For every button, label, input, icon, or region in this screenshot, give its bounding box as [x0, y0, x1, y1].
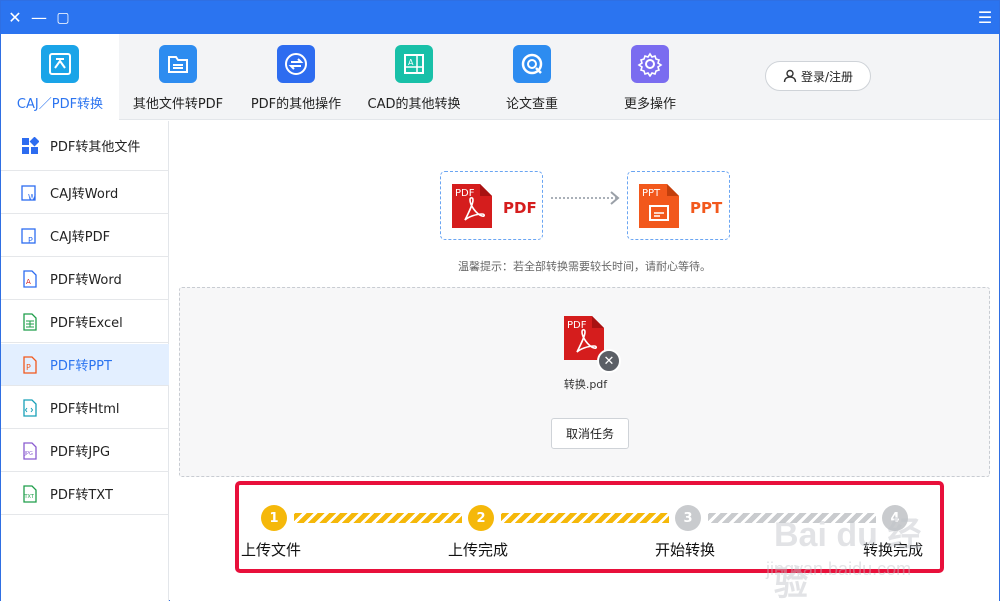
svg-text:W: W — [28, 193, 36, 202]
sidebar-item-pdf-txt[interactable]: TXT PDF转TXT — [1, 473, 169, 515]
tab-pdf-other-ops[interactable]: PDF的其他操作 — [237, 34, 355, 120]
step-4-label: 转换完成 — [863, 541, 924, 559]
sidebar-item-label: CAJ转PDF — [50, 230, 111, 245]
sidebar-item-label: PDF转Word — [50, 273, 122, 288]
login-button[interactable]: 登录/注册 — [765, 61, 871, 91]
sidebar: PDF转其他文件 W CAJ转Word P CAJ转PDF A PDF转Word… — [1, 121, 169, 601]
file-name: 转换.pdf — [563, 378, 608, 391]
svg-text:P: P — [28, 236, 33, 245]
sidebar-item-label: PDF转JPG — [50, 445, 111, 460]
sidebar-item-pdf-to-other[interactable]: PDF转其他文件 — [1, 121, 169, 171]
step-1-label: 上传文件 — [241, 541, 302, 559]
sidebar-item-label: PDF转Html — [50, 402, 120, 417]
caj-pdf-icon: P — [21, 228, 36, 245]
target-format-label: PPT — [690, 199, 723, 217]
login-label: 登录/注册 — [800, 69, 854, 84]
ppt-file-icon: PPT — [639, 184, 679, 228]
tab-cad-convert[interactable]: A CAD的其他转换 — [355, 34, 473, 120]
file-drop-zone[interactable]: PDF ✕ 转换.pdf 取消任务 — [179, 287, 990, 477]
step-2-bar — [501, 513, 669, 523]
tab-caj-pdf-convert[interactable]: CAJ／PDF转换 — [1, 34, 119, 120]
svg-text:A: A — [26, 278, 31, 286]
chevron-right-icon — [610, 191, 620, 205]
tab-label: CAD的其他转换 — [367, 97, 461, 112]
pdf-word-icon: A — [23, 270, 37, 288]
app-window: ✕ — ▢ ☰ CAJ／PDF转换 其他文件转PDF PDF的其他操作 A CA… — [0, 0, 1000, 603]
grid-icon — [22, 137, 39, 154]
pdf-html-icon — [23, 399, 37, 417]
sidebar-item-caj-pdf[interactable]: P CAJ转PDF — [1, 215, 169, 257]
sidebar-item-label: PDF转其他文件 — [50, 140, 141, 155]
step-1-circle: 1 — [261, 505, 287, 531]
step-4-circle: 4 — [882, 505, 908, 531]
title-bar: ✕ — ▢ ☰ — [1, 1, 999, 34]
sidebar-item-label: PDF转TXT — [50, 488, 113, 503]
hint-text: 温馨提示：若全部转换需要较长时间，请耐心等待。 — [458, 260, 711, 273]
svg-text:PPT: PPT — [642, 188, 661, 199]
sidebar-item-label: CAJ转Word — [50, 187, 119, 202]
sidebar-item-pdf-word[interactable]: A PDF转Word — [1, 258, 169, 300]
tab-more-ops[interactable]: 更多操作 — [591, 34, 709, 120]
source-format-box: PDF PDF — [440, 171, 543, 240]
sidebar-item-label: PDF转Excel — [50, 316, 123, 331]
swap-icon — [277, 45, 315, 83]
sidebar-item-pdf-jpg[interactable]: JPG PDF转JPG — [1, 430, 169, 472]
svg-text:JPG: JPG — [24, 451, 33, 457]
main-panel: PDF PDF PPT PPT 温馨提示：若全部转换需要较长时间，请耐心等待。 … — [170, 121, 999, 601]
sidebar-item-caj-word[interactable]: W CAJ转Word — [1, 172, 169, 214]
step-3-bar — [708, 513, 876, 523]
step-3-circle: 3 — [675, 505, 701, 531]
sidebar-item-pdf-html[interactable]: PDF转Html — [1, 387, 169, 429]
tab-other-to-pdf[interactable]: 其他文件转PDF — [119, 34, 237, 120]
sidebar-item-pdf-ppt[interactable]: P PDF转PPT — [1, 344, 169, 386]
pdf-jpg-icon: JPG — [23, 442, 37, 460]
tab-label: 更多操作 — [623, 97, 676, 112]
remove-file-icon[interactable]: ✕ — [597, 349, 621, 373]
caj-word-icon: W — [21, 185, 36, 202]
step-3-label: 开始转换 — [655, 541, 716, 559]
pdf-file-icon: PDF — [452, 184, 492, 228]
menu-icon[interactable]: ☰ — [971, 1, 999, 34]
user-icon — [783, 69, 797, 83]
pdf-convert-icon — [41, 45, 79, 83]
sidebar-item-pdf-excel[interactable]: PDF转Excel — [1, 301, 169, 343]
tab-label: CAJ／PDF转换 — [16, 97, 104, 112]
folder-icon — [159, 45, 197, 83]
pdf-ppt-icon: P — [23, 356, 37, 374]
svg-text:TXT: TXT — [24, 494, 35, 500]
pdf-txt-icon: TXT — [23, 485, 37, 503]
cancel-task-button[interactable]: 取消任务 — [551, 418, 629, 449]
source-format-label: PDF — [503, 199, 537, 217]
tab-label: 论文查重 — [505, 97, 558, 112]
progress-steps: 1 2 3 4 上传文件 上传完成 开始转换 转换完成 — [235, 481, 944, 573]
cad-icon: A — [395, 45, 433, 83]
check-search-icon — [513, 45, 551, 83]
pdf-excel-icon — [23, 313, 37, 331]
tab-label: 其他文件转PDF — [132, 97, 224, 112]
step-1-bar — [294, 513, 462, 523]
sidebar-item-label: PDF转PPT — [50, 359, 112, 374]
gear-icon — [631, 45, 669, 83]
target-format-box: PPT PPT — [627, 171, 730, 240]
svg-text:P: P — [26, 363, 31, 372]
step-2-circle: 2 — [468, 505, 494, 531]
conversion-arrow — [551, 197, 617, 199]
top-nav: CAJ／PDF转换 其他文件转PDF PDF的其他操作 A CAD的其他转换 论… — [1, 34, 999, 120]
tab-paper-check[interactable]: 论文查重 — [473, 34, 591, 120]
svg-text:A: A — [408, 58, 414, 67]
maximize-icon[interactable]: ▢ — [49, 1, 77, 34]
tab-label: PDF的其他操作 — [250, 97, 342, 112]
step-2-label: 上传完成 — [448, 541, 509, 559]
